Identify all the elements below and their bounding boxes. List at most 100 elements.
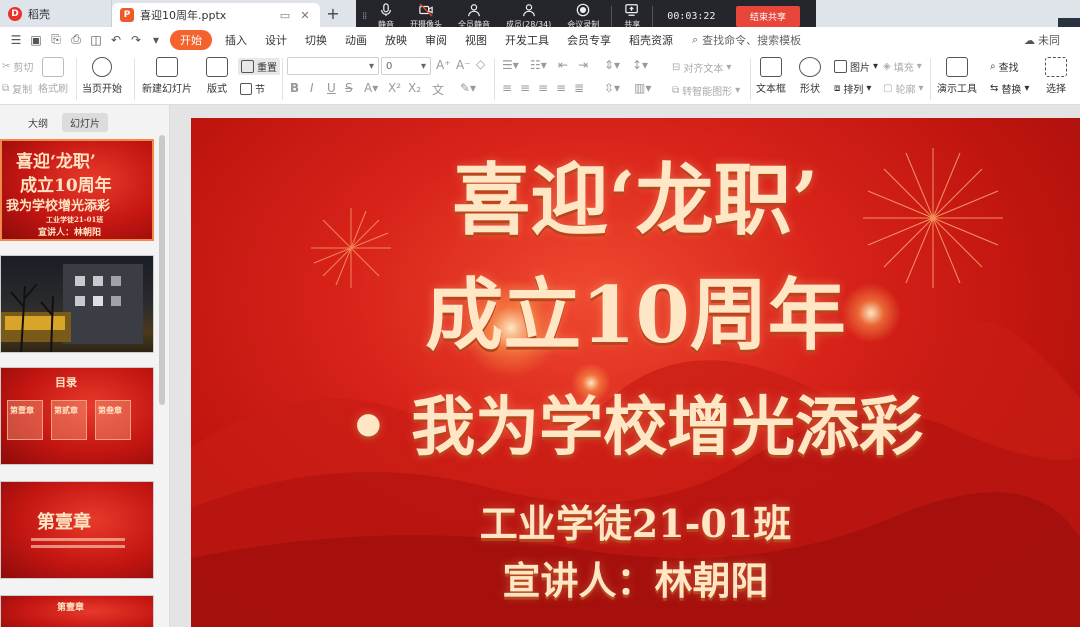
justify-icon[interactable]: ≡: [556, 81, 566, 95]
copy-button[interactable]: ⧉ 复制: [2, 81, 32, 96]
arrange-button[interactable]: ⧈ 排列 ▾: [834, 81, 871, 96]
presenter-icon: [946, 57, 968, 77]
close-icon[interactable]: ✕: [298, 9, 312, 22]
align-text-label: 对齐文本: [683, 64, 724, 75]
layout-button[interactable]: 版式: [206, 57, 228, 95]
share-button[interactable]: 共享: [624, 3, 640, 30]
presenter-tools-button[interactable]: 演示工具: [937, 57, 977, 95]
outline-button[interactable]: ▢ 轮廓 ▾: [883, 81, 923, 96]
text-direction-icon[interactable]: ↕▾: [632, 58, 648, 72]
italic-icon[interactable]: I: [310, 81, 314, 95]
preview-icon[interactable]: ◫: [86, 31, 106, 49]
subscript-icon[interactable]: X₂: [408, 81, 421, 95]
align-center-icon[interactable]: ≡: [520, 81, 530, 95]
cut-button[interactable]: ✂ 剪切: [2, 59, 33, 74]
divider: [494, 58, 495, 100]
bullets-icon[interactable]: ☰▾: [502, 58, 519, 72]
slide-thumbnail-3[interactable]: 目录 第壹章 第贰章 第叁章: [0, 367, 154, 465]
redo-icon[interactable]: ↷: [126, 31, 146, 49]
thumb-subtitle: 成立10周年: [20, 176, 112, 196]
members-button[interactable]: 成员(28/34): [506, 3, 551, 30]
superscript-icon[interactable]: X²: [388, 81, 401, 95]
pin-icon[interactable]: ▭: [278, 9, 292, 22]
align-text-button[interactable]: ⊟ 对齐文本 ▾: [672, 60, 731, 75]
replace-button[interactable]: ⇆ 替换 ▾: [990, 81, 1029, 96]
undo-icon[interactable]: ↶: [106, 31, 126, 49]
distribute-icon[interactable]: ≣: [574, 81, 584, 95]
export-icon[interactable]: ⎘: [46, 31, 66, 49]
chevron-down-icon[interactable]: ▾: [146, 31, 166, 49]
drag-handle-icon[interactable]: ⁞⁞: [362, 11, 370, 22]
slide-thumbnail-2[interactable]: [0, 255, 154, 353]
menu-docer[interactable]: 稻壳资源: [620, 30, 682, 50]
increase-font-icon[interactable]: A⁺: [436, 58, 451, 72]
new-slide-button[interactable]: 新建幻灯片: [142, 57, 192, 95]
current-slide[interactable]: 喜迎‘龙职’ 成立10周年 • 我为学校增光添彩 工业学徒21-01班 宣讲人：…: [191, 118, 1080, 627]
menu-design[interactable]: 设计: [256, 30, 296, 50]
play-from-current-button[interactable]: 当页开始: [82, 57, 122, 95]
indent-decrease-icon[interactable]: ⇤: [558, 58, 568, 72]
slide-title: 喜迎‘龙职’: [452, 155, 819, 246]
tab-presentation[interactable]: P 喜迎10周年.pptx ▭ ✕: [112, 3, 320, 27]
sync-status[interactable]: ☁ 未同: [1024, 32, 1060, 48]
fill-icon: ◈: [883, 61, 891, 72]
camera-button[interactable]: 开摄像头: [410, 3, 442, 30]
menu-developer[interactable]: 开发工具: [496, 30, 558, 50]
menu-review[interactable]: 审阅: [416, 30, 456, 50]
slide-thumbnail-1[interactable]: 喜迎‘龙职’ 成立10周年 我为学校增光添彩 工业学徒21-01班 宣讲人：林朝…: [0, 139, 154, 241]
tab-docer[interactable]: D 稻壳: [0, 0, 112, 27]
convert-smartart-button[interactable]: ⧉ 转智能图形 ▾: [672, 83, 740, 98]
menu-slideshow[interactable]: 放映: [376, 30, 416, 50]
bold-icon[interactable]: B: [290, 81, 299, 95]
align-right-icon[interactable]: ≡: [538, 81, 548, 95]
arrange-icon: ⧈: [834, 83, 841, 94]
divider: [134, 58, 135, 100]
record-button[interactable]: 会议录制: [567, 3, 599, 30]
mute-all-button[interactable]: 全员静音: [458, 3, 490, 30]
menu-transitions[interactable]: 切换: [296, 30, 336, 50]
line-spacing-icon[interactable]: ⇕▾: [604, 58, 620, 72]
font-color-icon[interactable]: A▾: [364, 81, 378, 95]
menu-home[interactable]: 开始: [170, 29, 212, 50]
end-share-button[interactable]: 结束共享: [735, 6, 800, 27]
menu-icon[interactable]: ☰: [6, 31, 26, 49]
highlight-icon[interactable]: ✎▾: [460, 81, 476, 95]
print-icon[interactable]: ⎙: [66, 31, 86, 49]
slide-thumbnail-5[interactable]: 第壹章: [0, 595, 154, 627]
underline-icon[interactable]: U: [327, 81, 336, 95]
menu-member[interactable]: 会员专享: [558, 30, 620, 50]
fill-button[interactable]: ◈ 填充 ▾: [883, 59, 922, 74]
align-left-icon[interactable]: ≡: [502, 81, 512, 95]
slide-thumbnail-4[interactable]: 第壹章: [0, 481, 154, 579]
paragraph-spacing-icon[interactable]: ⇳▾: [604, 81, 620, 95]
menu-animations[interactable]: 动画: [336, 30, 376, 50]
strikethrough-icon[interactable]: S: [345, 81, 353, 95]
clear-format-icon[interactable]: ◇: [476, 57, 485, 71]
shape-button[interactable]: 形状: [799, 57, 821, 95]
columns-icon[interactable]: ▥▾: [634, 81, 651, 95]
save-icon[interactable]: ▣: [26, 31, 46, 49]
decrease-font-icon[interactable]: A⁻: [456, 58, 471, 72]
picture-button[interactable]: 图片 ▾: [834, 59, 878, 74]
new-tab-button[interactable]: +: [320, 0, 346, 27]
meeting-timer: 00:03:22: [667, 11, 716, 22]
mute-button[interactable]: 静音: [378, 3, 394, 30]
find-button[interactable]: ⌕ 查找: [990, 59, 1019, 74]
format-painter-button[interactable]: 格式刷: [38, 57, 68, 95]
font-name-select[interactable]: ▾: [287, 57, 379, 75]
command-search[interactable]: ⌕ 查找命令、搜索模板: [692, 32, 801, 48]
panel-scrollbar[interactable]: [159, 135, 165, 405]
menu-insert[interactable]: 插入: [216, 30, 256, 50]
numbering-icon[interactable]: ☷▾: [530, 58, 547, 72]
tab-slides[interactable]: 幻灯片: [62, 113, 108, 132]
indent-increase-icon[interactable]: ⇥: [578, 58, 588, 72]
select-button[interactable]: 选择: [1045, 57, 1067, 95]
textbox-button[interactable]: 文本框: [756, 57, 786, 95]
menu-view[interactable]: 视图: [456, 30, 496, 50]
scissors-icon: ✂: [2, 61, 11, 72]
font-size-select[interactable]: 0 ▾: [381, 57, 431, 75]
phonetic-icon[interactable]: 文: [432, 81, 444, 98]
reset-button[interactable]: 重置: [238, 58, 280, 75]
section-button[interactable]: 节: [240, 81, 265, 96]
tab-outline[interactable]: 大纲: [20, 113, 56, 132]
